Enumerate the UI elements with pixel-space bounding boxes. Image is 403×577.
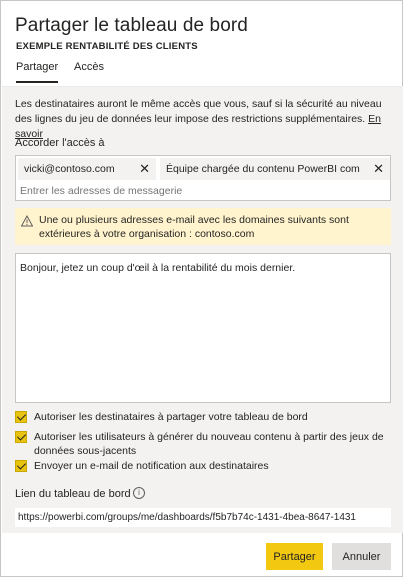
dialog-title: Partager le tableau de bord bbox=[15, 15, 248, 36]
email-input[interactable] bbox=[20, 184, 386, 198]
external-domain-warning: Une ou plusieurs adresses e-mail avec le… bbox=[15, 208, 391, 245]
dashboard-link-field[interactable]: https://powerbi.com/groups/me/dashboards… bbox=[15, 508, 391, 527]
checkbox-checked-icon[interactable] bbox=[15, 460, 27, 472]
description-text: Les destinataires auront le même accès q… bbox=[15, 98, 382, 125]
option-label: Autoriser les destinataires à partager v… bbox=[34, 411, 308, 423]
checkbox-checked-icon[interactable] bbox=[15, 411, 27, 423]
warning-icon bbox=[21, 215, 33, 227]
recipient-name: Équipe chargée du contenu PowerBI com bbox=[166, 163, 360, 175]
close-icon[interactable]: ✕ bbox=[139, 158, 150, 180]
option-send-email[interactable]: Envoyer un e-mail de notification aux de… bbox=[15, 459, 393, 475]
recipient-name: vicki@contoso.com bbox=[24, 163, 115, 175]
cancel-button[interactable]: Annuler bbox=[332, 543, 391, 570]
checkbox-checked-icon[interactable] bbox=[15, 431, 27, 443]
recipient-chip: Équipe chargée du contenu PowerBI com ✕ bbox=[160, 158, 390, 180]
close-icon[interactable]: ✕ bbox=[373, 158, 384, 180]
tab-access[interactable]: Accès bbox=[74, 61, 104, 83]
message-field[interactable]: Bonjour, jetez un coup d'œil à la rentab… bbox=[15, 253, 391, 403]
dialog-subtitle: EXEMPLE RENTABILITÉ DES CLIENTS bbox=[16, 41, 198, 52]
access-description: Les destinataires auront le même accès q… bbox=[15, 97, 393, 142]
share-dashboard-dialog: Partager le tableau de bord EXEMPLE RENT… bbox=[0, 0, 403, 577]
share-button[interactable]: Partager bbox=[266, 543, 323, 570]
dashboard-link-label: Lien du tableau de bord bbox=[15, 488, 131, 500]
tab-share[interactable]: Partager bbox=[16, 61, 59, 83]
grant-access-label: Accorder l'accès à bbox=[15, 137, 105, 149]
warning-text: Une ou plusieurs adresses e-mail avec le… bbox=[39, 214, 349, 240]
recipient-chip: vicki@contoso.com ✕ bbox=[18, 158, 156, 180]
option-label: Envoyer un e-mail de notification aux de… bbox=[34, 460, 269, 472]
option-allow-reshare[interactable]: Autoriser les destinataires à partager v… bbox=[15, 410, 393, 426]
option-label: Autoriser les utilisateurs à générer du … bbox=[34, 431, 384, 457]
option-allow-build[interactable]: Autoriser les utilisateurs à générer du … bbox=[15, 430, 393, 460]
info-icon[interactable]: i bbox=[133, 487, 145, 499]
recipients-field[interactable]: vicki@contoso.com ✕ Équipe chargée du co… bbox=[15, 155, 391, 201]
